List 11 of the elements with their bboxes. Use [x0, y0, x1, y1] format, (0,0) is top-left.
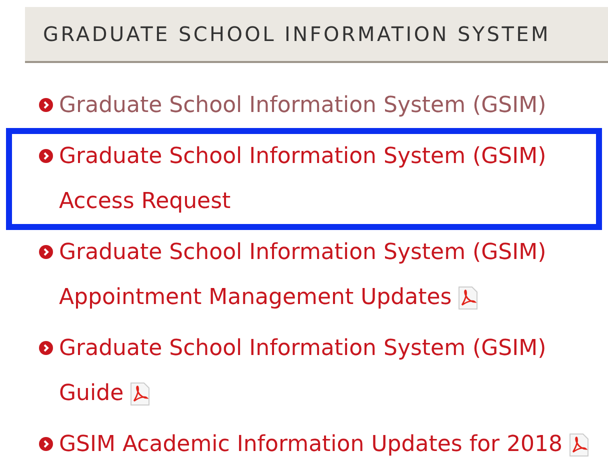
chevron-bullet-icon: [39, 245, 53, 259]
chevron-bullet-icon: [39, 149, 53, 163]
link[interactable]: Graduate School Information System (GSIM) Appointment Management Updates: [59, 230, 599, 320]
chevron-bullet-icon: [39, 341, 53, 355]
chevron-bullet-icon: [39, 437, 53, 451]
link[interactable]: GSIM Academic Information Updates for 2018: [59, 422, 599, 466]
chevron-bullet-icon: [39, 98, 53, 112]
section-title: GRADUATE SCHOOL INFORMATION SYSTEM: [43, 21, 550, 48]
link[interactable]: Graduate School Information System (GSIM) Guide: [59, 326, 599, 416]
link[interactable]: Graduate School Information System (GSIM): [59, 83, 599, 128]
link[interactable]: Graduate School Information System (GSIM) Access Request: [59, 134, 599, 224]
